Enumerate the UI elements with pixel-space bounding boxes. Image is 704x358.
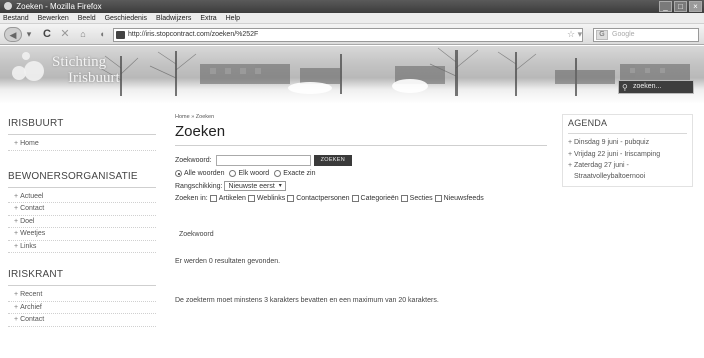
page-title: Zoeken <box>175 123 547 146</box>
checkbox-artikelen[interactable] <box>209 195 217 202</box>
dropdown-arrow-icon: ▾ <box>26 29 32 39</box>
forward-button[interactable]: ▾ <box>23 27 35 42</box>
window-titlebar: Zoeken - Mozilla Firefox _ □ × <box>0 0 704 13</box>
sidebar-item-links[interactable]: Links <box>8 241 156 253</box>
site-logo[interactable]: Stichting Irisbuurt <box>8 52 120 88</box>
radio-selected-icon <box>175 170 182 177</box>
menu-bewerken[interactable]: Bewerken <box>38 15 69 22</box>
menu-geschiedenis[interactable]: Geschiedenis <box>105 15 147 22</box>
bookmark-button[interactable]: ◖ <box>94 27 110 42</box>
menu-bestand[interactable]: Bestand <box>3 15 29 22</box>
keyword-label: Zoekwoord: <box>175 157 212 164</box>
logo-line-2: Irisbuurt <box>68 70 120 86</box>
sidebar-heading: IRISKRANT <box>8 269 156 286</box>
search-button[interactable]: ZOEKEN <box>313 155 352 166</box>
sidebar-item-archief[interactable]: Archief <box>8 302 156 314</box>
agenda-item[interactable]: + Zaterdag 27 juni - Straatvolleybaltoern… <box>568 161 687 182</box>
match-options: Alle woorden Elk woord Exacte zin <box>175 170 547 177</box>
ordering-label: Rangschikking: <box>175 182 223 190</box>
stop-button[interactable]: ✕ <box>58 27 72 42</box>
close-button[interactable]: × <box>689 1 702 12</box>
bookmark-star-icon[interactable]: ☆ ▾ <box>567 29 582 40</box>
logo-line-1: Stichting <box>52 54 107 70</box>
url-text: http://iris.stopcontract.com/zoeken/%252… <box>128 31 259 38</box>
sidebar-group-bewonersorganisatie: BEWONERSORGANISATIE Actueel Contact Doel… <box>8 171 156 253</box>
browser-search-box[interactable]: G Google <box>593 28 699 42</box>
main-content: Home » Zoeken Zoeken Zoekwoord: ZOEKEN A… <box>175 114 547 304</box>
radio-exact-phrase[interactable]: Exacte zin <box>274 170 316 177</box>
search-engine-icon[interactable]: G <box>596 30 608 40</box>
radio-any-word[interactable]: Elk woord <box>229 170 269 177</box>
logo-mark-icon <box>8 52 52 88</box>
agenda-box: AGENDA + Dinsdag 9 juni - pubquiz + Vrijda… <box>562 114 693 187</box>
back-arrow-icon: ◀ <box>9 30 17 40</box>
sidebar-item-contact[interactable]: Contact <box>8 203 156 216</box>
agenda-panel: AGENDA + Dinsdag 9 juni - pubquiz + Vrijda… <box>562 114 693 187</box>
menu-beeld[interactable]: Beeld <box>78 15 96 22</box>
sidebar-item-weetjes[interactable]: Weetjes <box>8 228 156 241</box>
checkbox-categorieen[interactable] <box>351 195 359 202</box>
browser-search-placeholder: Google <box>612 31 635 38</box>
menu-help[interactable]: Help <box>226 15 240 22</box>
checkbox-nieuwsfeeds[interactable] <box>434 195 442 202</box>
maximize-button[interactable]: □ <box>674 1 687 12</box>
agenda-item[interactable]: + Dinsdag 9 juni - pubquiz <box>568 138 687 149</box>
sidebar-group-irisbuurt: IRISBUURT Home <box>8 118 156 151</box>
agenda-heading: AGENDA <box>568 118 687 134</box>
navigation-toolbar: ◀ ▾ C ✕ ⌂ ◖ http://iris.stopcontract.com… <box>0 24 704 45</box>
sidebar-item-contact-krant[interactable]: Contact <box>8 314 156 327</box>
ordering-row: Rangschikking: Nieuwste eerst ▾ <box>175 181 547 191</box>
back-button[interactable]: ◀ <box>4 27 22 42</box>
checkbox-secties[interactable] <box>400 195 408 202</box>
home-icon: ⌂ <box>80 29 86 39</box>
search-icon: ⚲ <box>622 83 628 92</box>
chevron-down-icon: ▾ <box>278 182 282 189</box>
site-favicon-icon <box>116 31 125 39</box>
menu-bladwijzers[interactable]: Bladwijzers <box>156 15 191 22</box>
sidebar-heading: IRISBUURT <box>8 118 156 135</box>
window-title: Zoeken - Mozilla Firefox <box>16 2 102 11</box>
agenda-item[interactable]: + Vrijdag 22 juni - Iriscamping <box>568 150 687 161</box>
site-search-input[interactable]: ⚲ zoeken... <box>618 80 694 94</box>
search-areas-row: Zoeken in: Artikelen Weblinks Contactper… <box>175 195 484 202</box>
keyword-input[interactable] <box>215 155 311 166</box>
reload-button[interactable]: C <box>40 27 54 42</box>
search-form-row: Zoekwoord: ZOEKEN <box>175 155 547 166</box>
stop-icon: ✕ <box>60 28 70 40</box>
search-in-label: Zoeken in: <box>175 195 208 202</box>
left-sidebar: IRISBUURT Home BEWONERSORGANISATIE Actue… <box>8 118 156 341</box>
checkbox-weblinks[interactable] <box>247 195 255 202</box>
sidebar-heading: BEWONERSORGANISATIE <box>8 171 156 188</box>
ordering-select[interactable]: Nieuwste eerst ▾ <box>224 181 286 191</box>
sidebar-item-actueel[interactable]: Actueel <box>8 191 156 203</box>
url-bar[interactable]: http://iris.stopcontract.com/zoeken/%252… <box>113 28 583 42</box>
radio-all-words[interactable]: Alle woorden <box>175 170 224 177</box>
checkbox-contactpersonen[interactable] <box>287 195 295 202</box>
sidebar-item-recent[interactable]: Recent <box>8 289 156 302</box>
result-message: De zoekterm moet minstens 3 karakters be… <box>175 297 439 304</box>
firefox-icon <box>4 2 12 10</box>
minimize-button[interactable]: _ <box>659 1 672 12</box>
home-button[interactable]: ⌂ <box>76 27 90 42</box>
result-count: Er werden 0 resultaten gevonden. <box>175 258 281 265</box>
result-keyword: Zoekwoord <box>179 231 214 238</box>
sidebar-item-home[interactable]: Home <box>8 138 156 151</box>
breadcrumb[interactable]: Home » Zoeken <box>175 114 547 120</box>
sidebar-group-iriskrant: IRISKRANT Recent Archief Contact <box>8 269 156 327</box>
bookmark-icon: ◖ <box>99 29 105 39</box>
radio-icon <box>274 170 282 177</box>
menu-bar: Bestand Bewerken Beeld Geschiedenis Blad… <box>0 13 704 24</box>
radio-icon <box>229 170 237 177</box>
site-header: Stichting Irisbuurt ⚲ zoeken... <box>0 46 704 104</box>
reload-icon: C <box>43 28 51 40</box>
sidebar-item-doel[interactable]: Doel <box>8 216 156 228</box>
window-controls: _ □ × <box>659 1 702 12</box>
site-search-placeholder: zoeken... <box>633 83 662 90</box>
menu-extra[interactable]: Extra <box>200 15 216 22</box>
